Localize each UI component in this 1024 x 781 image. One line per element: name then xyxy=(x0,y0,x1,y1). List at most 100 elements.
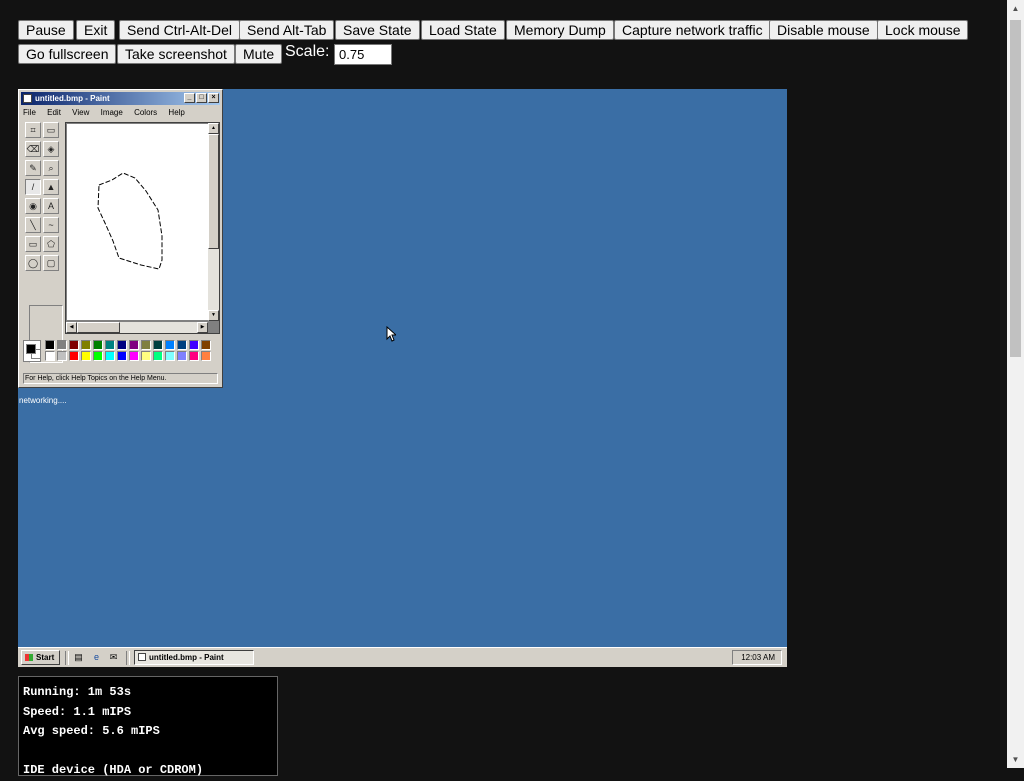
tool-magnifier-icon[interactable]: ⌕ xyxy=(43,160,59,176)
avg-speed: Avg speed: 5.6 mIPS xyxy=(23,724,160,738)
emulator-info-panel: Running: 1m 53s Speed: 1.1 mIPS Avg spee… xyxy=(18,676,278,777)
tool-rectangle-icon[interactable]: ▭ xyxy=(25,236,41,252)
tool-pencil-icon[interactable]: / xyxy=(25,179,41,195)
tool-brush-icon[interactable]: ▲ xyxy=(43,179,59,195)
current-colors[interactable] xyxy=(23,340,41,362)
windows-taskbar: Start ▤ e ✉ untitled.bmp - Paint 12:03 A… xyxy=(18,647,787,667)
pause-button[interactable]: Pause xyxy=(18,20,74,40)
exit-button[interactable]: Exit xyxy=(76,20,116,40)
palette-swatch[interactable] xyxy=(201,351,211,361)
canvas-scroll-left-icon[interactable]: ◀ xyxy=(66,322,77,333)
palette-swatch[interactable] xyxy=(45,340,55,350)
tool-line-icon[interactable]: ╲ xyxy=(25,217,41,233)
canvas-vertical-scrollbar[interactable]: ▲ ▼ xyxy=(208,123,219,321)
palette-swatch[interactable] xyxy=(57,340,67,350)
palette-swatch[interactable] xyxy=(165,340,175,350)
canvas-scroll-right-icon[interactable]: ▶ xyxy=(197,322,208,333)
canvas-scroll-up-icon[interactable]: ▲ xyxy=(208,123,219,134)
scale-label: Scale: xyxy=(285,43,330,60)
palette-swatch[interactable] xyxy=(129,340,139,350)
lock-mouse-button[interactable]: Lock mouse xyxy=(877,20,969,40)
menu-image[interactable]: Image xyxy=(101,108,123,117)
tool-polygon-icon[interactable]: ⬠ xyxy=(43,236,59,252)
task-paint[interactable]: untitled.bmp - Paint xyxy=(134,650,254,665)
tool-eraser-icon[interactable]: ⌫ xyxy=(25,141,41,157)
canvas-scroll-down-icon[interactable]: ▼ xyxy=(208,310,219,321)
palette-swatch[interactable] xyxy=(81,340,91,350)
page-scrollbar[interactable]: ▲ ▼ xyxy=(1007,0,1024,768)
menu-help[interactable]: Help xyxy=(168,108,184,117)
vm-screen[interactable]: untitled.bmp - Paint _ □ × File Edit Vie… xyxy=(18,89,787,667)
palette-swatch[interactable] xyxy=(141,340,151,350)
system-tray-clock: 12:03 AM xyxy=(732,650,782,665)
tool-free-select-icon[interactable]: ⌗ xyxy=(25,122,41,138)
menu-colors[interactable]: Colors xyxy=(134,108,157,117)
outlook-express-icon[interactable]: ✉ xyxy=(108,652,119,663)
disable-mouse-button[interactable]: Disable mouse xyxy=(769,20,878,40)
menu-file[interactable]: File xyxy=(23,108,36,117)
palette-swatch[interactable] xyxy=(129,351,139,361)
take-screenshot-button[interactable]: Take screenshot xyxy=(117,44,235,64)
canvas-horizontal-scrollbar[interactable]: ◀ ▶ xyxy=(66,322,208,333)
palette-swatch[interactable] xyxy=(93,351,103,361)
palette-swatch[interactable] xyxy=(69,351,79,361)
minimize-icon[interactable]: _ xyxy=(184,93,195,103)
drawing-canvas[interactable] xyxy=(67,124,208,320)
send-alt-tab-button[interactable]: Send Alt-Tab xyxy=(239,20,335,40)
maximize-icon[interactable]: □ xyxy=(196,93,207,103)
palette-swatch[interactable] xyxy=(93,340,103,350)
palette-swatch[interactable] xyxy=(189,340,199,350)
show-desktop-icon[interactable]: ▤ xyxy=(73,652,84,663)
tool-ellipse-icon[interactable]: ◯ xyxy=(25,255,41,271)
palette-swatch[interactable] xyxy=(57,351,67,361)
close-icon[interactable]: × xyxy=(208,93,219,103)
mute-button[interactable]: Mute xyxy=(235,44,283,64)
paint-app-icon xyxy=(23,94,32,103)
scale-input[interactable] xyxy=(334,44,392,65)
palette-swatch[interactable] xyxy=(153,351,163,361)
canvas-vscroll-thumb[interactable] xyxy=(208,134,219,249)
palette-swatch[interactable] xyxy=(117,340,127,350)
memory-dump-button[interactable]: Memory Dump xyxy=(506,20,614,40)
color-palette xyxy=(23,340,213,365)
tool-pick-color-icon[interactable]: ✎ xyxy=(25,160,41,176)
save-state-button[interactable]: Save State xyxy=(335,20,420,40)
page-scrollbar-thumb[interactable] xyxy=(1010,20,1021,357)
load-state-button[interactable]: Load State xyxy=(421,20,505,40)
start-button[interactable]: Start xyxy=(21,650,60,665)
palette-swatch[interactable] xyxy=(165,351,175,361)
tool-rounded-rectangle-icon[interactable]: ▢ xyxy=(43,255,59,271)
palette-swatch[interactable] xyxy=(153,340,163,350)
palette-swatch[interactable] xyxy=(189,351,199,361)
palette-swatch[interactable] xyxy=(177,351,187,361)
capture-network-traffic-button[interactable]: Capture network traffic xyxy=(614,20,771,40)
palette-swatch[interactable] xyxy=(117,351,127,361)
paint-titlebar[interactable]: untitled.bmp - Paint _ □ × xyxy=(21,92,220,105)
send-ctrl-alt-del-button[interactable]: Send Ctrl-Alt-Del xyxy=(119,20,241,40)
tool-fill-icon[interactable]: ◈ xyxy=(43,141,59,157)
scroll-up-arrow-icon[interactable]: ▲ xyxy=(1007,0,1024,17)
palette-swatch[interactable] xyxy=(177,340,187,350)
tool-airbrush-icon[interactable]: ◉ xyxy=(25,198,41,214)
canvas-hscroll-thumb[interactable] xyxy=(77,322,120,333)
paint-menubar: File Edit View Image Colors Help xyxy=(23,108,194,117)
palette-swatch[interactable] xyxy=(105,351,115,361)
palette-swatch[interactable] xyxy=(69,340,79,350)
palette-swatch[interactable] xyxy=(45,351,55,361)
internet-explorer-icon[interactable]: e xyxy=(91,652,102,663)
palette-swatch[interactable] xyxy=(141,351,151,361)
go-fullscreen-button[interactable]: Go fullscreen xyxy=(18,44,117,64)
palette-swatch[interactable] xyxy=(105,340,115,350)
tool-curve-icon[interactable]: ~ xyxy=(43,217,59,233)
tool-select-icon[interactable]: ▭ xyxy=(43,122,59,138)
mouse-pointer-icon xyxy=(386,326,396,342)
menu-edit[interactable]: Edit xyxy=(47,108,61,117)
tool-text-icon[interactable]: A xyxy=(43,198,59,214)
menu-view[interactable]: View xyxy=(72,108,89,117)
networking-text: networking.... xyxy=(19,396,67,405)
paint-window: untitled.bmp - Paint _ □ × File Edit Vie… xyxy=(18,89,223,388)
scroll-down-arrow-icon[interactable]: ▼ xyxy=(1007,751,1024,768)
palette-swatch[interactable] xyxy=(81,351,91,361)
palette-swatch[interactable] xyxy=(201,340,211,350)
